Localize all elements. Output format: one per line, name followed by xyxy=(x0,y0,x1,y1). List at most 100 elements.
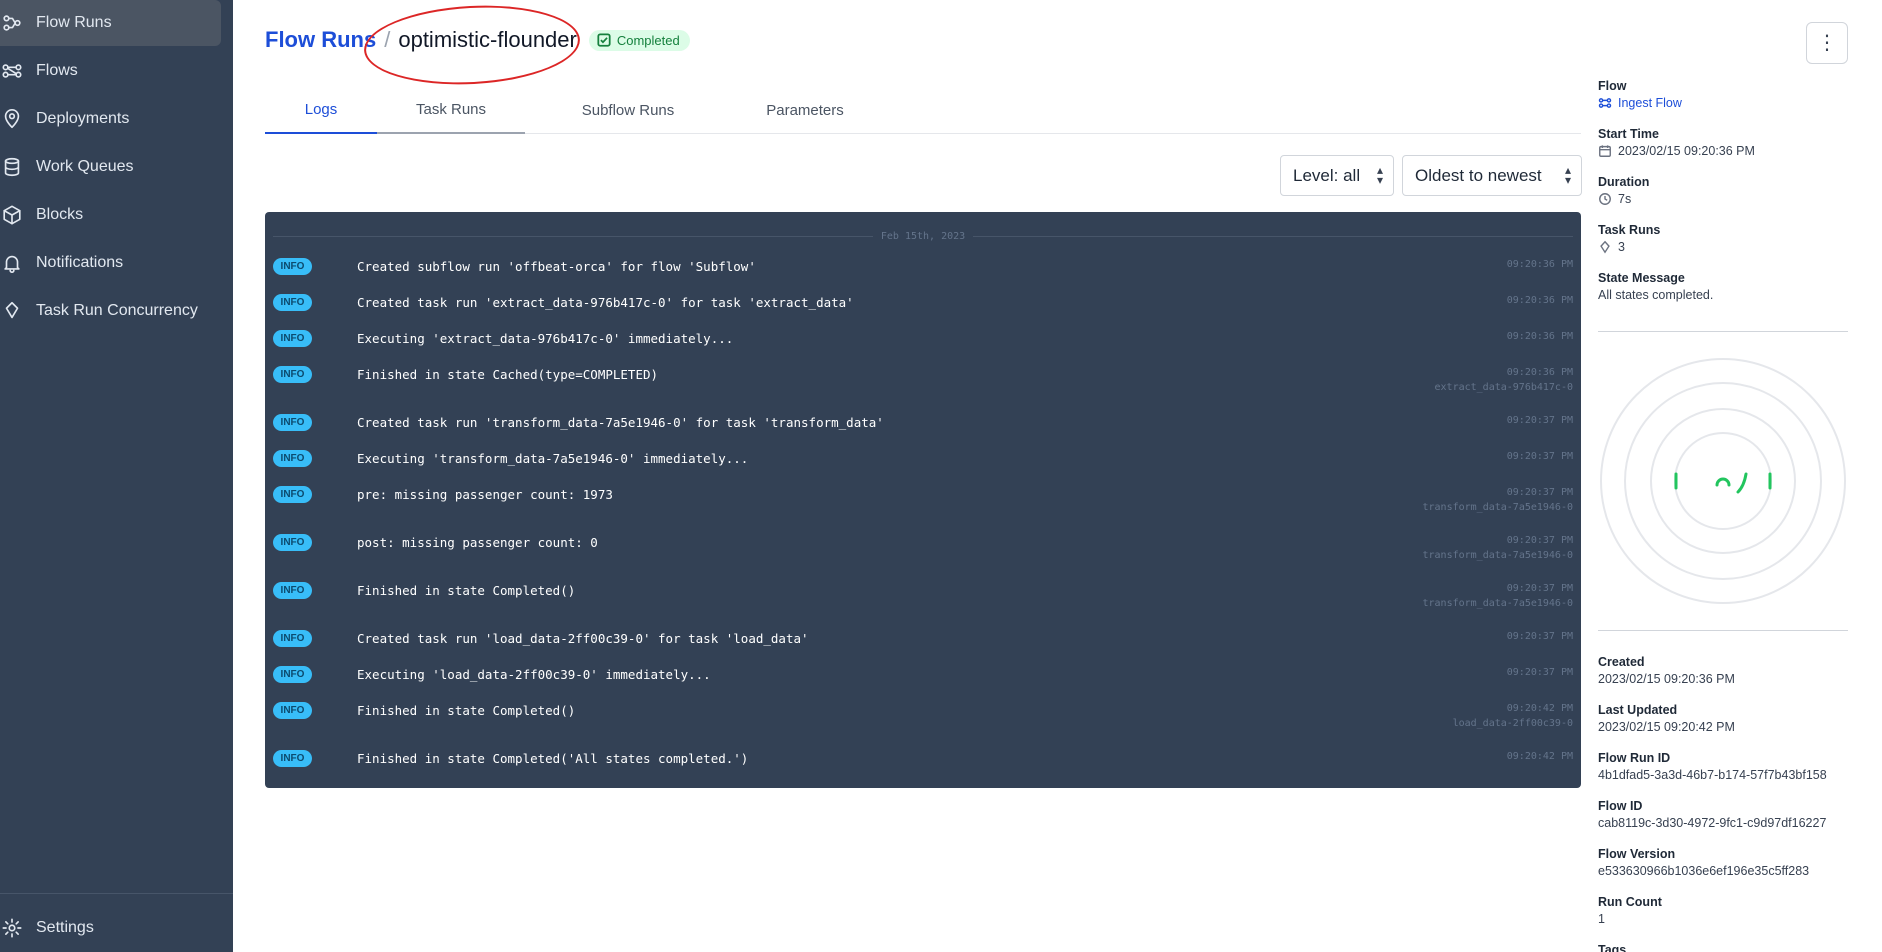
log-level-badge: INFO xyxy=(273,414,312,431)
sidebar-item-label: Settings xyxy=(36,919,94,936)
breadcrumb-flow-runs-link[interactable]: Flow Runs xyxy=(265,27,376,53)
field-flow-id: Flow ID cab8119c-3d30-4972-9fc1-c9d97df1… xyxy=(1598,799,1848,830)
more-options-button[interactable]: ⋮ xyxy=(1806,22,1848,64)
field-label: Task Runs xyxy=(1598,223,1661,237)
status-badge: Completed xyxy=(588,29,690,51)
clock-icon xyxy=(1599,193,1611,205)
field-value: 7s xyxy=(1598,192,1848,206)
sidebar-item-work-queues[interactable]: Work Queues xyxy=(0,144,221,190)
log-level-badge: INFO xyxy=(273,582,312,599)
level-select-value: Level: all xyxy=(1293,165,1361,185)
log-viewer[interactable]: Feb 15th, 2023 INFO Created subflow run '… xyxy=(265,212,1581,788)
page-title: optimistic-flounder xyxy=(398,27,577,52)
sidebar-divider xyxy=(0,893,233,894)
flow-link[interactable]: Ingest Flow xyxy=(1598,96,1848,110)
log-task-name[interactable]: transform_data-7a5e1946-0 xyxy=(1422,502,1573,513)
level-select[interactable]: Level: all ▴ ▾ xyxy=(1280,155,1394,196)
log-timestamp: 09:20:36 PM xyxy=(1506,259,1573,270)
kebab-icon: ⋮ xyxy=(1817,32,1837,54)
tab-task-runs[interactable]: Task Runs xyxy=(377,86,525,134)
sidebar-item-label: Work Queues xyxy=(36,158,134,175)
panel-divider xyxy=(1598,331,1848,332)
sort-arrows-icon: ▴ ▾ xyxy=(1564,162,1571,187)
sidebar-item-blocks[interactable]: Blocks xyxy=(0,192,221,238)
sidebar-item-settings[interactable]: Settings xyxy=(0,905,221,951)
flow-run-id-value: 4b1dfad5-3a3d-46b7-b174-57f7b43bf158 xyxy=(1598,768,1827,782)
log-message: post: missing passenger count: 0 xyxy=(357,535,598,550)
order-select[interactable]: Oldest to newest ▴ ▾ xyxy=(1402,155,1582,196)
date-divider: Feb 15th, 2023 xyxy=(273,230,1574,242)
blocks-icon xyxy=(0,192,36,238)
log-message: Executing 'extract_data-976b417c-0' imme… xyxy=(357,331,734,346)
log-timestamp: 09:20:37 PM xyxy=(1506,667,1573,678)
log-level-badge: INFO xyxy=(273,258,312,275)
log-message: Created task run 'extract_data-976b417c-… xyxy=(357,295,854,310)
log-message: Created subflow run 'offbeat-orca' for f… xyxy=(357,259,756,274)
sidebar: Flow Runs Flows Deployments Work Queues … xyxy=(0,0,233,952)
log-timestamp: 09:20:36 PM xyxy=(1506,331,1573,342)
log-task-name[interactable]: load_data-2ff00c39-0 xyxy=(1453,718,1573,729)
log-task-name[interactable]: transform_data-7a5e1946-0 xyxy=(1422,550,1573,561)
flow-id-value: cab8119c-3d30-4972-9fc1-c9d97df16227 xyxy=(1598,816,1827,830)
field-value: 2023/02/15 09:20:36 PM xyxy=(1598,144,1848,158)
log-task-name[interactable]: extract_data-976b417c-0 xyxy=(1435,382,1573,393)
sidebar-item-label: Deployments xyxy=(36,110,130,127)
log-timestamp: 09:20:36 PM xyxy=(1506,367,1573,378)
flow-run-radar[interactable] xyxy=(1598,356,1848,606)
field-tags: Tags xyxy=(1598,943,1848,952)
log-message: Created task run 'transform_data-7a5e194… xyxy=(357,415,884,430)
field-label: Tags xyxy=(1598,943,1627,952)
duration-value: 7s xyxy=(1618,192,1632,206)
sidebar-item-label: Task Run Concurrency xyxy=(36,302,198,319)
task-run-icon xyxy=(1600,240,1610,254)
sidebar-item-task-run-concurrency[interactable]: Task Run Concurrency xyxy=(0,288,221,334)
start-time-value: 2023/02/15 09:20:36 PM xyxy=(1618,144,1755,158)
log-message: Created task run 'load_data-2ff00c39-0' … xyxy=(357,631,809,646)
log-level-badge: INFO xyxy=(273,330,312,347)
concurrency-icon xyxy=(0,288,36,334)
field-label: Created xyxy=(1598,655,1645,669)
sort-arrows-icon: ▴ ▾ xyxy=(1376,162,1383,187)
log-level-badge: INFO xyxy=(273,666,312,683)
work-queues-icon xyxy=(0,144,36,190)
log-timestamp: 09:20:37 PM xyxy=(1506,451,1573,462)
breadcrumb-separator: / xyxy=(384,27,391,52)
field-flow: Flow Ingest Flow xyxy=(1598,79,1848,110)
tab-subflow-runs[interactable]: Subflow Runs xyxy=(555,86,701,134)
field-task-runs: Task Runs 3 xyxy=(1598,223,1848,254)
log-message: Executing 'load_data-2ff00c39-0' immedia… xyxy=(357,667,711,682)
updated-value: 2023/02/15 09:20:42 PM xyxy=(1598,720,1735,734)
field-label: Run Count xyxy=(1598,895,1662,909)
log-level-badge: INFO xyxy=(273,630,312,647)
flow-runs-icon xyxy=(0,0,36,46)
breadcrumb: Flow Runs / optimistic-flounder Complete… xyxy=(265,27,690,53)
tab-logs[interactable]: Logs xyxy=(265,86,377,134)
log-message: Finished in state Cached(type=COMPLETED) xyxy=(357,367,659,382)
app-root: Flow Runs Flows Deployments Work Queues … xyxy=(0,0,1882,952)
field-label: Start Time xyxy=(1598,127,1659,141)
field-label: Flow Run ID xyxy=(1598,751,1671,765)
sidebar-item-notifications[interactable]: Notifications xyxy=(0,240,221,286)
sidebar-item-label: Blocks xyxy=(36,206,84,223)
field-value: 3 xyxy=(1598,240,1848,254)
run-count-value: 1 xyxy=(1598,912,1605,926)
log-level-badge: INFO xyxy=(273,366,312,383)
flow-name: Ingest Flow xyxy=(1618,96,1682,110)
field-start-time: Start Time 2023/02/15 09:20:36 PM xyxy=(1598,127,1848,158)
tab-parameters[interactable]: Parameters xyxy=(731,86,879,134)
log-timestamp: 09:20:37 PM xyxy=(1506,631,1573,642)
log-task-name[interactable]: transform_data-7a5e1946-0 xyxy=(1422,598,1573,609)
log-timestamp: 09:20:37 PM xyxy=(1506,415,1573,426)
log-message: Finished in state Completed() xyxy=(357,703,576,718)
field-label: Flow xyxy=(1598,79,1627,93)
sidebar-item-label: Flows xyxy=(36,62,78,79)
sidebar-item-flows[interactable]: Flows xyxy=(0,48,221,94)
log-timestamp: 09:20:42 PM xyxy=(1506,751,1573,762)
log-message: Finished in state Completed('All states … xyxy=(357,751,749,766)
created-value: 2023/02/15 09:20:36 PM xyxy=(1598,672,1735,686)
sidebar-item-flow-runs[interactable]: Flow Runs xyxy=(0,0,221,46)
order-select-value: Oldest to newest xyxy=(1415,165,1542,185)
calendar-icon xyxy=(1599,145,1611,157)
field-run-count: Run Count 1 xyxy=(1598,895,1848,926)
sidebar-item-deployments[interactable]: Deployments xyxy=(0,96,221,142)
